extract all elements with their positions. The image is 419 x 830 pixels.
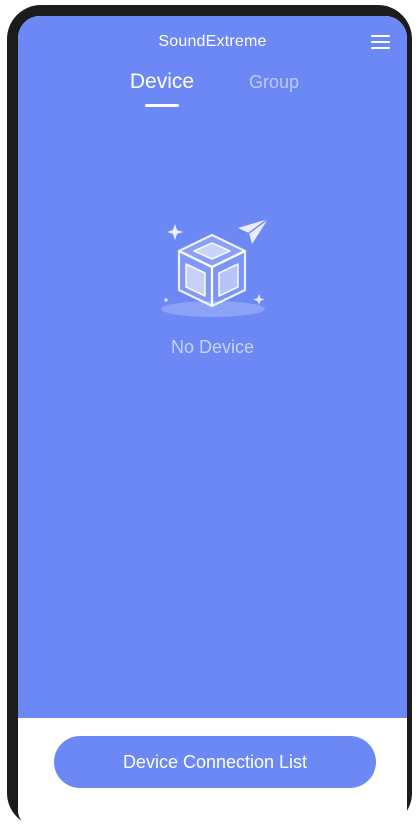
tab-device[interactable]: Device [126,70,198,94]
bottom-bar: Device Connection List [18,718,407,828]
empty-state-message: No Device [170,337,255,357]
empty-box-icon [156,202,274,320]
tab-bar: Device Group [18,70,407,112]
main-content: SoundExtreme Device Group No Device [18,16,407,718]
device-connection-list-button[interactable]: Device Connection List [54,736,376,788]
hamburger-menu-icon[interactable] [369,32,393,52]
tab-group[interactable]: Group [244,72,304,93]
device-frame: SoundExtreme Device Group No Device Devi… [0,0,419,830]
app-title: SoundExtreme [158,33,267,50]
app-screen: SoundExtreme Device Group No Device Devi… [18,16,407,828]
active-tab-indicator [145,104,179,107]
